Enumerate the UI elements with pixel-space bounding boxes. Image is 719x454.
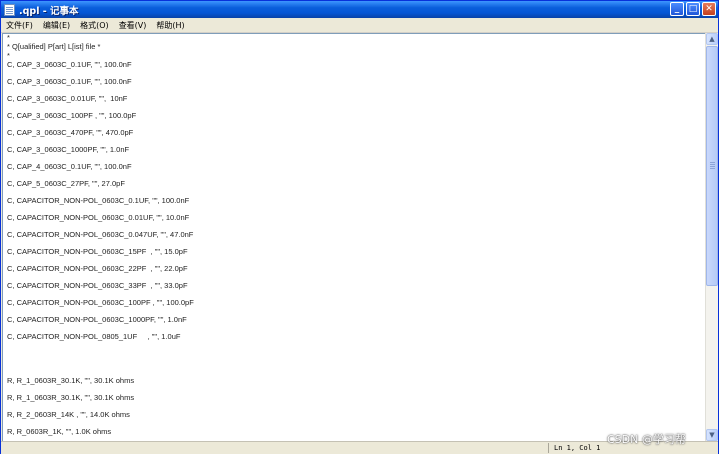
text-line: C, CAPACITOR_NON-POL_0603C_100PF , "", 1… <box>7 298 194 307</box>
grip-icon <box>710 162 715 163</box>
text-line: C, CAPACITOR_NON-POL_0603C_0.047UF, "", … <box>7 230 194 239</box>
scroll-thumb[interactable] <box>706 46 718 286</box>
window-title: .qpl - 记事本 <box>19 5 79 17</box>
text-line: R, R_0603R_1K, "", 1.0K ohms <box>7 427 112 436</box>
text-line: C, CAPACITOR_NON-POL_0805_1UF , "", 1.0u… <box>7 332 181 341</box>
text-line: R, R_1_0603R_30.1K, "", 30.1K ohms <box>7 393 135 402</box>
notepad-icon[interactable] <box>4 3 15 16</box>
text-line: C, CAP_3_0603C_0.1UF, "", 100.0nF <box>7 60 132 69</box>
menu-help[interactable]: 帮助(H) <box>151 20 189 31</box>
text-line: C, CAPACITOR_NON-POL_0603C_0.1UF, "", 10… <box>7 196 190 205</box>
text-line: C, CAP_3_0603C_470PF, "", 470.0pF <box>7 128 134 137</box>
text-line: C, CAP_4_0603C_0.1UF, "", 100.0nF <box>7 162 132 171</box>
text-editor[interactable]: * * Q[ualified] P[art] L[ist] file * * C… <box>2 33 705 441</box>
text-line: C, CAP_3_0603C_100PF , "", 100.0pF <box>7 111 137 120</box>
menu-edit[interactable]: 编辑(E) <box>38 20 75 31</box>
text-line: C, CAP_3_0603C_1000PF, "", 1.0nF <box>7 145 130 154</box>
menu-view[interactable]: 查看(V) <box>114 20 152 31</box>
text-line: C, CAPACITOR_NON-POL_0603C_22PF , "", 22… <box>7 264 188 273</box>
menu-format[interactable]: 格式(O) <box>75 20 114 31</box>
text-line: * <box>7 51 10 60</box>
scroll-down-icon[interactable]: ▼ <box>706 429 718 441</box>
text-line: * Q[ualified] P[art] L[ist] file * <box>7 42 101 51</box>
close-button[interactable]: ✕ <box>702 2 716 16</box>
text-line: C, CAPACITOR_NON-POL_0603C_0.01UF, "", 1… <box>7 213 190 222</box>
minimize-button[interactable]: _ <box>670 2 684 16</box>
text-line: R, R_2_0603R_14K , "", 14.0K ohms <box>7 410 130 419</box>
text-line: C, CAPACITOR_NON-POL_0603C_15PF , "", 15… <box>7 247 188 256</box>
cursor-position: Ln 1, Col 1 <box>554 444 601 452</box>
text-content[interactable]: * * Q[ualified] P[art] L[ist] file * * C… <box>7 34 705 441</box>
notepad-window: .qpl - 记事本 _ □ ✕ 文件(F) 编辑(E) 格式(O) 查看(V)… <box>0 0 719 454</box>
text-line: C, CAPACITOR_NON-POL_0603C_33PF , "", 33… <box>7 281 188 290</box>
watermark: CSDN @学习帮 <box>607 433 686 446</box>
text-line: R, R_1_0603R_30.1K, "", 30.1K ohms <box>7 376 135 385</box>
caption-buttons: _ □ ✕ <box>670 2 716 16</box>
text-line: * <box>7 33 10 42</box>
vertical-scrollbar[interactable]: ▲ ▼ <box>705 33 718 441</box>
text-line: C, CAP_3_0603C_0.01UF, "", 10nF <box>7 94 128 103</box>
menu-file[interactable]: 文件(F) <box>1 20 38 31</box>
maximize-button[interactable]: □ <box>686 2 700 16</box>
text-line: C, CAP_5_0603C_27PF, "", 27.0pF <box>7 179 125 188</box>
scroll-up-icon[interactable]: ▲ <box>706 33 718 45</box>
title-bar[interactable]: .qpl - 记事本 _ □ ✕ <box>1 1 718 18</box>
text-line: C, CAPACITOR_NON-POL_0603C_1000PF, "", 1… <box>7 315 187 324</box>
status-divider <box>548 443 549 453</box>
menu-bar: 文件(F) 编辑(E) 格式(O) 查看(V) 帮助(H) <box>1 18 718 33</box>
text-line: C, CAP_3_0603C_0.1UF, "", 100.0nF <box>7 77 132 86</box>
